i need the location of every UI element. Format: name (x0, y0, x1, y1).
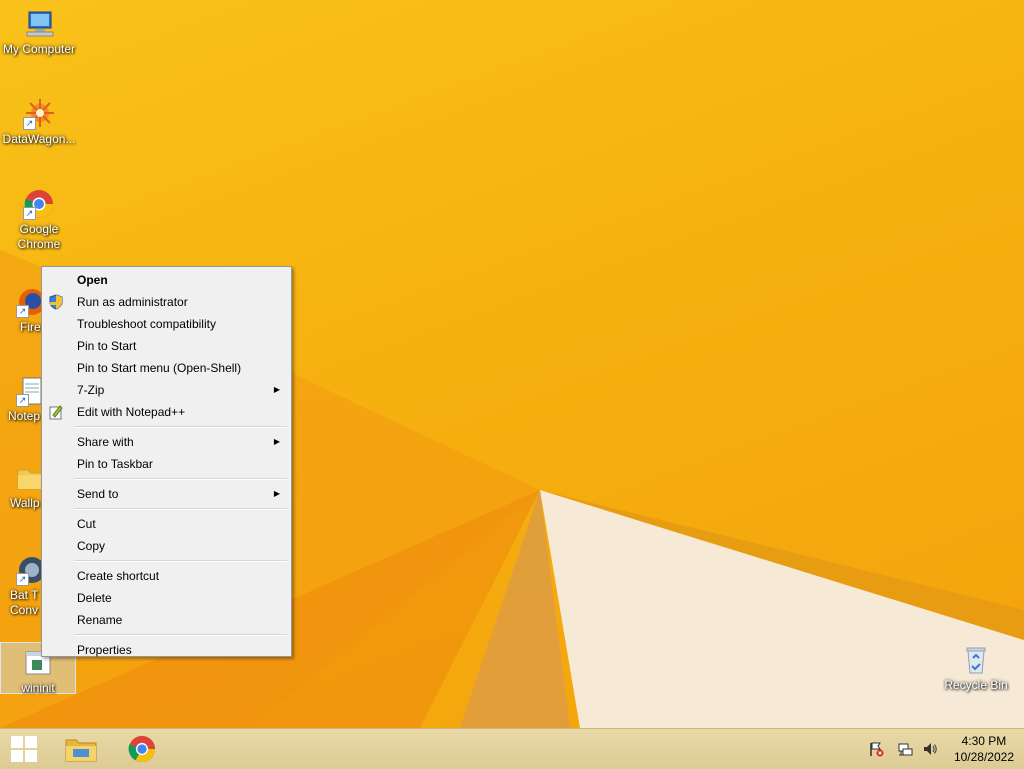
submenu-arrow-icon: ▶ (273, 385, 280, 394)
computer-icon (23, 8, 55, 40)
menu-item-label: Delete (77, 591, 112, 605)
taskbar-google-chrome[interactable] (116, 729, 170, 769)
menu-item-share-with[interactable]: Share with ▶ (44, 431, 289, 453)
menu-item-label: Share with (77, 435, 134, 449)
uac-shield-icon (48, 294, 64, 310)
desktop-icon-recycle-bin[interactable]: Recycle Bin (937, 644, 1015, 693)
shortcut-arrow-icon: ↗ (16, 394, 29, 407)
start-button[interactable] (0, 729, 54, 769)
desktop-icon-label: My Computer (2, 42, 76, 56)
desktop-icon-label: Recycle Bin (944, 678, 1008, 692)
menu-item-pin-to-start[interactable]: Pin to Start (44, 335, 289, 357)
menu-item-label: Troubleshoot compatibility (77, 317, 216, 331)
chrome-icon (128, 735, 156, 763)
volume-icon[interactable] (922, 741, 938, 757)
shortcut-arrow-icon: ↗ (23, 207, 36, 220)
menu-item-run-as-administrator[interactable]: Run as administrator (44, 291, 289, 313)
shortcut-arrow-icon: ↗ (23, 117, 36, 130)
context-menu: Open Run as administrator Troubleshoot c… (41, 266, 292, 657)
taskbar-file-explorer[interactable] (54, 729, 108, 769)
desktop-icon-label: DataWagon... (2, 132, 76, 146)
menu-separator (74, 478, 287, 480)
menu-item-label: 7-Zip (77, 383, 105, 397)
menu-separator (74, 634, 287, 636)
menu-item-copy[interactable]: Copy (44, 535, 289, 557)
clock-time: 4:30 PM (961, 734, 1007, 748)
taskbar: 4:30 PM 10/28/2022 (0, 728, 1024, 769)
menu-item-pin-to-taskbar[interactable]: Pin to Taskbar (44, 453, 289, 475)
menu-item-label: Pin to Start (77, 339, 137, 353)
submenu-arrow-icon: ▶ (273, 437, 280, 446)
desktop-icon-google-chrome[interactable]: ↗ Google Chrome (0, 188, 78, 252)
menu-item-label: Rename (77, 613, 123, 627)
system-clock[interactable]: 4:30 PM 10/28/2022 (954, 733, 1014, 765)
menu-separator (74, 426, 287, 428)
menu-item-label: Properties (77, 643, 132, 657)
chrome-icon: ↗ (23, 188, 55, 220)
menu-item-label: Pin to Start menu (Open-Shell) (77, 361, 242, 375)
datawagon-icon: ↗ (23, 98, 55, 130)
menu-item-label: Send to (77, 487, 119, 501)
menu-item-label: Run as administrator (77, 295, 188, 309)
desktop-background[interactable]: My Computer ↗ DataWagon... ↗ Google Chro… (0, 0, 1024, 728)
menu-item-label: Pin to Taskbar (77, 457, 153, 471)
shortcut-arrow-icon: ↗ (16, 305, 29, 318)
menu-item-open[interactable]: Open (44, 269, 289, 291)
recycle-bin-icon (960, 644, 992, 676)
menu-item-edit-with-notepadpp[interactable]: Edit with Notepad++ (44, 401, 289, 423)
menu-item-rename[interactable]: Rename (44, 609, 289, 631)
file-explorer-icon (65, 739, 97, 762)
desktop-icon-label: Google Chrome (17, 222, 61, 251)
menu-item-create-shortcut[interactable]: Create shortcut (44, 565, 289, 587)
desktop-icon-datawagon[interactable]: ↗ DataWagon... (0, 98, 78, 147)
menu-item-troubleshoot-compatibility[interactable]: Troubleshoot compatibility (44, 313, 289, 335)
action-center-flag-icon[interactable] (868, 741, 884, 757)
menu-item-delete[interactable]: Delete (44, 587, 289, 609)
shortcut-arrow-icon: ↗ (16, 573, 29, 586)
menu-item-cut[interactable]: Cut (44, 513, 289, 535)
desktop-icon-label: wininit (21, 681, 55, 695)
menu-separator (74, 560, 287, 562)
menu-item-label: Edit with Notepad++ (77, 405, 186, 419)
notepadpp-icon (48, 404, 64, 420)
menu-item-7zip[interactable]: 7-Zip ▶ (44, 379, 289, 401)
windows-logo-icon (11, 736, 37, 762)
menu-item-properties[interactable]: Properties (44, 639, 289, 661)
clock-date: 10/28/2022 (953, 750, 1014, 764)
network-icon[interactable] (898, 741, 914, 757)
menu-item-label: Create shortcut (77, 569, 160, 583)
desktop-icon-my-computer[interactable]: My Computer (0, 8, 78, 57)
menu-item-label: Cut (77, 517, 96, 531)
menu-item-send-to[interactable]: Send to ▶ (44, 483, 289, 505)
menu-separator (74, 508, 287, 510)
menu-item-label: Copy (77, 539, 106, 553)
menu-item-pin-to-start-menu-open-shell[interactable]: Pin to Start menu (Open-Shell) (44, 357, 289, 379)
submenu-arrow-icon: ▶ (273, 489, 280, 498)
menu-item-label: Open (77, 273, 108, 287)
